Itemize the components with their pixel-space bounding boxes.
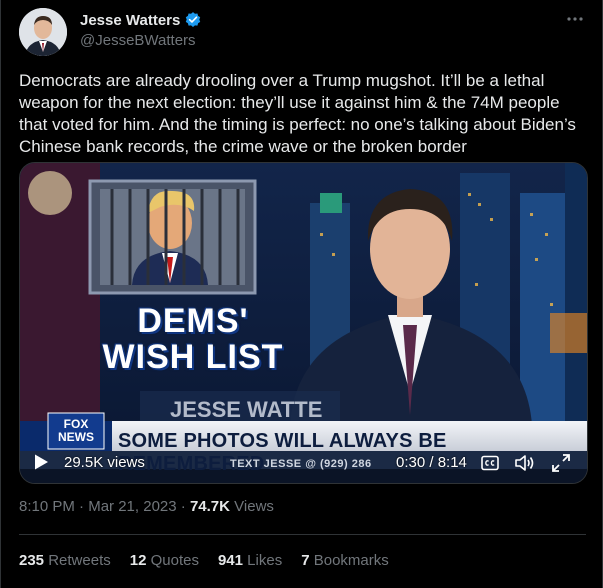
stat-number: 941 bbox=[217, 552, 243, 569]
stat-likes[interactable]: 941 Likes bbox=[218, 552, 282, 569]
host-nameplate: JESSE WATTE bbox=[170, 397, 323, 422]
stat-bookmarks[interactable]: 7 Bookmarks bbox=[301, 552, 389, 569]
meta-separator: · bbox=[176, 498, 190, 515]
video-views: 29.5K views bbox=[64, 454, 145, 471]
play-icon[interactable] bbox=[32, 453, 50, 471]
video-time: 0:30 / 8:14 bbox=[396, 454, 467, 471]
author-names: Jesse Watters @JesseBWatters bbox=[80, 11, 202, 49]
more-options-icon[interactable] bbox=[564, 8, 586, 30]
fox-news-logo: FOX NEWS bbox=[58, 417, 94, 444]
display-name-row: Jesse Watters bbox=[80, 11, 202, 29]
tweet-header: Jesse Watters @JesseBWatters bbox=[19, 8, 586, 56]
stat-quotes[interactable]: 12 Quotes bbox=[130, 552, 199, 569]
tweet-meta: 8:10 PM · Mar 21, 2023 · 74.7K Views bbox=[19, 498, 274, 515]
stat-label: Retweets bbox=[48, 552, 111, 569]
stat-number: 12 bbox=[129, 552, 147, 569]
video-controls: 29.5K views 0:30 / 8:14 bbox=[20, 443, 587, 483]
tweet-date[interactable]: Mar 21, 2023 bbox=[88, 498, 176, 515]
avatar[interactable] bbox=[19, 8, 67, 56]
tweet-time[interactable]: 8:10 PM bbox=[19, 498, 75, 515]
tweet-card: Jesse Watters @JesseBWatters Democrats a… bbox=[0, 0, 603, 588]
divider bbox=[19, 534, 586, 535]
author-handle[interactable]: @JesseBWatters bbox=[80, 32, 202, 49]
graphic-title: DEMS' WISH LIST bbox=[102, 302, 284, 376]
meta-separator: · bbox=[74, 498, 89, 515]
stat-label: Bookmarks bbox=[313, 552, 389, 569]
volume-icon[interactable] bbox=[514, 454, 536, 472]
display-name[interactable]: Jesse Watters bbox=[80, 12, 180, 29]
avatar-image bbox=[19, 8, 67, 56]
views-label: Views bbox=[234, 498, 274, 515]
views-count: 74.7K bbox=[189, 498, 230, 515]
video-player[interactable]: DEMS' WISH LIST JESSE WATTE FOX NEWS SOM… bbox=[19, 162, 588, 484]
stat-number: 235 bbox=[19, 552, 45, 569]
tweet-text: Democrats are already drooling over a Tr… bbox=[19, 71, 581, 156]
fullscreen-icon[interactable] bbox=[551, 453, 571, 473]
stat-label: Quotes bbox=[150, 552, 199, 569]
verified-badge-icon[interactable] bbox=[184, 11, 202, 29]
captions-icon[interactable] bbox=[481, 455, 499, 471]
stat-retweets[interactable]: 235 Retweets bbox=[19, 552, 111, 569]
stat-label: Likes bbox=[247, 552, 283, 569]
stat-number: 7 bbox=[301, 552, 310, 569]
engagement-stats: 235 Retweets 12 Quotes 941 Likes 7 Bookm… bbox=[19, 552, 389, 569]
